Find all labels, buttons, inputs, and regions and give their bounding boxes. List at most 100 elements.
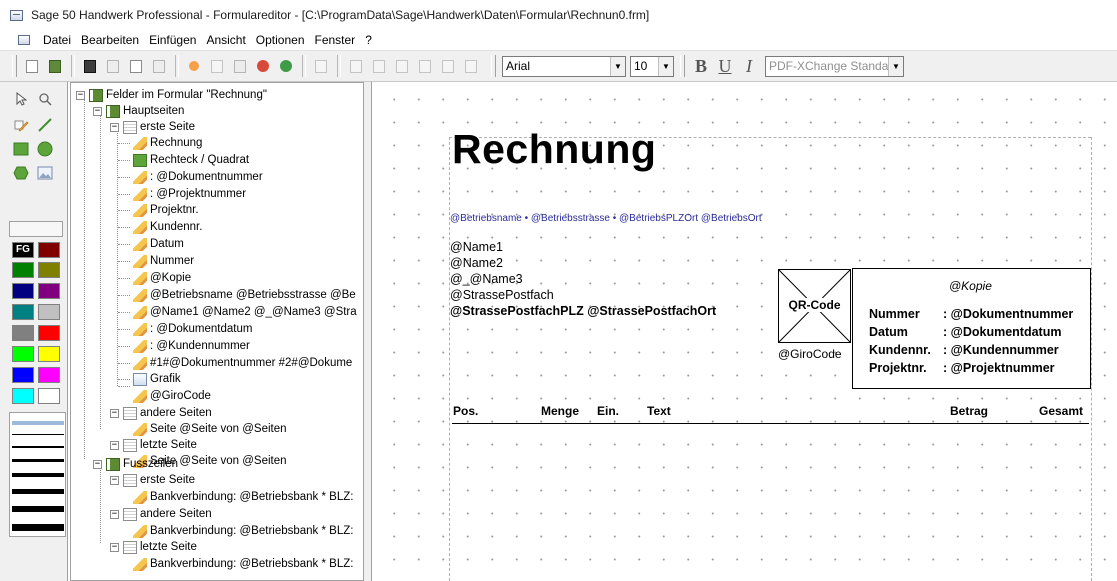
column-header-ein[interactable]: Ein.	[597, 404, 619, 418]
save-button[interactable]	[79, 55, 101, 77]
tree-node-root[interactable]: − Felder im Formular "Rechnung"	[76, 87, 267, 103]
printer-select[interactable]: PDF-XChange Standa ▼	[765, 55, 904, 77]
tree-node-erste-seite[interactable]: − erste Seite	[110, 119, 195, 135]
info-row-projektnr[interactable]: Projektnr.: @Projektnummer	[869, 361, 1055, 375]
collapse-icon[interactable]: −	[110, 408, 119, 418]
menu-einfuegen[interactable]: Einfügen	[144, 33, 201, 47]
tree-item[interactable]: Bankverbindung: @Betriebsbank * BLZ:	[133, 556, 353, 572]
color-swatch[interactable]	[38, 346, 60, 362]
color-swatch[interactable]	[38, 304, 60, 320]
tree-node-fuss-erste[interactable]: − erste Seite	[110, 472, 195, 488]
tree-node-hauptseiten[interactable]: − Hauptseiten	[93, 103, 184, 119]
same-size-button[interactable]	[437, 55, 459, 77]
tree-item[interactable]: Grafik	[133, 371, 181, 387]
tree-item[interactable]: Seite @Seite von @Seiten	[133, 421, 287, 437]
field-tree[interactable]: − Felder im Formular "Rechnung" − Haupts…	[70, 82, 364, 581]
tree-item[interactable]: @Betriebsname @Betriebsstrasse @Be	[133, 287, 356, 303]
pointer-tool[interactable]	[12, 90, 30, 108]
line-width-selected[interactable]	[12, 421, 64, 425]
tree-node-letzte-seite[interactable]: − letzte Seite	[110, 437, 197, 453]
rectangle-tool[interactable]	[12, 140, 30, 158]
collapse-icon[interactable]: −	[110, 475, 119, 485]
tree-node-fuss-letzte[interactable]: − letzte Seite	[110, 539, 197, 555]
line-tool[interactable]	[36, 116, 54, 134]
info-row-datum[interactable]: Datum: @Dokumentdatum	[869, 325, 1061, 339]
font-size-select[interactable]: 10 ▼	[630, 55, 674, 77]
line-width-option[interactable]	[12, 489, 64, 494]
new-document-button[interactable]	[21, 55, 43, 77]
refresh-button[interactable]	[275, 55, 297, 77]
chevron-down-icon[interactable]: ▼	[658, 56, 673, 76]
menu-bearbeiten[interactable]: Bearbeiten	[76, 33, 144, 47]
kopie-field[interactable]: @Kopie	[949, 279, 992, 293]
color-swatch[interactable]	[38, 388, 60, 404]
collapse-icon[interactable]: −	[93, 106, 102, 116]
line-width-option[interactable]	[12, 434, 64, 435]
tree-item[interactable]: Datum	[133, 236, 184, 252]
zoom-tool[interactable]	[36, 90, 54, 108]
tree-item[interactable]: Rechnung	[133, 135, 202, 151]
document-info-box[interactable]: @Kopie Nummer: @Dokumentnummer Datum: @D…	[852, 268, 1091, 389]
paste-button[interactable]	[229, 55, 251, 77]
address-line[interactable]: @Name1	[450, 240, 503, 254]
tree-item[interactable]: @Name1 @Name2 @_@Name3 @Stra	[133, 304, 357, 320]
collapse-icon[interactable]: −	[110, 122, 119, 132]
menu-datei[interactable]: Datei	[38, 33, 76, 47]
form-canvas[interactable]: Rechnung @Betriebsname • @Betriebsstrass…	[372, 82, 1117, 581]
collapse-icon[interactable]: −	[110, 509, 119, 519]
tree-item[interactable]: Nummer	[133, 253, 194, 269]
column-header-betrag[interactable]: Betrag	[950, 404, 988, 418]
align-right-button[interactable]	[414, 55, 436, 77]
menu-help[interactable]: ?	[360, 33, 377, 47]
menu-ansicht[interactable]: Ansicht	[201, 33, 250, 47]
color-swatch[interactable]	[38, 242, 60, 258]
tree-item[interactable]: Bankverbindung: @Betriebsbank * BLZ:	[133, 523, 353, 539]
color-swatch[interactable]	[12, 388, 34, 404]
tree-node-fuss-andere[interactable]: − andere Seiten	[110, 506, 212, 522]
girocode-field[interactable]: @GiroCode	[778, 347, 842, 361]
tree-item[interactable]: Kundennr.	[133, 219, 202, 235]
italic-button[interactable]: I	[738, 55, 760, 77]
color-swatch[interactable]	[12, 367, 34, 383]
color-swatch[interactable]	[38, 325, 60, 341]
column-header-gesamt[interactable]: Gesamt	[1039, 404, 1083, 418]
qr-code-placeholder[interactable]: QR-Code	[778, 269, 851, 343]
color-swatch[interactable]	[38, 262, 60, 278]
tree-item[interactable]: Projektnr.	[133, 202, 199, 218]
line-width-option[interactable]	[12, 459, 64, 462]
polygon-tool[interactable]	[12, 164, 30, 182]
align-left-button[interactable]	[310, 55, 332, 77]
column-header-text[interactable]: Text	[647, 404, 671, 418]
panel-splitter[interactable]	[364, 82, 372, 581]
menu-fenster[interactable]: Fenster	[310, 33, 361, 47]
align-top-button[interactable]	[345, 55, 367, 77]
collapse-icon[interactable]: −	[110, 542, 119, 552]
tree-item[interactable]: #1#@Dokumentnummer #2#@Dokume	[133, 355, 352, 371]
bold-button[interactable]: B	[690, 55, 712, 77]
toolbar-grip[interactable]	[12, 55, 17, 77]
tree-item[interactable]: @GiroCode	[133, 388, 211, 404]
tree-item[interactable]: Rechteck / Quadrat	[133, 152, 249, 168]
color-swatch[interactable]	[12, 346, 34, 362]
info-row-kundennr[interactable]: Kundennr.: @Kundennummer	[869, 343, 1059, 357]
properties-button[interactable]	[102, 55, 124, 77]
open-book-button[interactable]	[44, 55, 66, 77]
line-width-option[interactable]	[12, 473, 64, 477]
collapse-icon[interactable]: −	[110, 440, 119, 450]
document-menu-icon[interactable]	[18, 35, 30, 45]
color-swatch[interactable]	[38, 283, 60, 299]
chevron-down-icon[interactable]: ▼	[888, 56, 903, 76]
color-swatch[interactable]	[38, 367, 60, 383]
collapse-icon[interactable]: −	[76, 90, 85, 100]
collapse-icon[interactable]: −	[93, 459, 102, 469]
address-line[interactable]: @Name2	[450, 256, 503, 270]
toolbar-grip[interactable]	[680, 55, 685, 77]
cut-button[interactable]	[183, 55, 205, 77]
heading-rechnung[interactable]: Rechnung	[452, 126, 656, 173]
font-select[interactable]: Arial ▼	[502, 55, 626, 77]
tree-item[interactable]: : @Kundennummer	[133, 338, 250, 354]
text-tool[interactable]	[12, 116, 30, 134]
color-swatch[interactable]	[12, 325, 34, 341]
tree-node-andere-seiten[interactable]: − andere Seiten	[110, 405, 212, 421]
copy-button[interactable]	[206, 55, 228, 77]
